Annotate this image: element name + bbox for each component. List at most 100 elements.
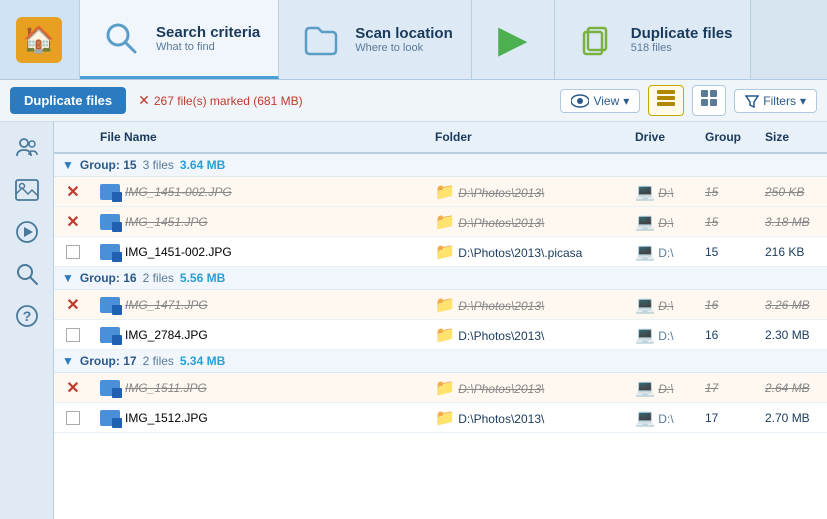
col-header-filename[interactable]: File Name: [92, 126, 427, 148]
checkbox-15-3[interactable]: [66, 245, 80, 259]
duplicate-files-tab[interactable]: Duplicate files 518 files: [555, 0, 752, 79]
table-row: ✕ IMG_1471.JPG 📁 D:\Photos\2013\ 💻 D:\ 1…: [54, 290, 827, 320]
scan-location-tab[interactable]: Scan location Where to look: [279, 0, 472, 79]
grid-view-icon: [701, 90, 717, 106]
sidebar-users-icon[interactable]: [7, 128, 47, 168]
play-icon: ▶: [490, 17, 536, 63]
row-check-15-1[interactable]: ✕: [54, 181, 92, 203]
duplicate-files-icon: [573, 17, 619, 63]
drive-cell-15-2: 💻 D:\: [627, 210, 697, 234]
checkbox-16-2[interactable]: [66, 328, 80, 342]
file-name-cell-17-1: IMG_1511.JPG: [92, 378, 427, 398]
size-cell-15-2: 3.18 MB: [757, 213, 827, 231]
drive-icon: 💻: [635, 410, 655, 427]
list-view-button[interactable]: [648, 85, 684, 116]
marked-text: 267 file(s) marked (681 MB): [154, 94, 303, 108]
folder-cell-17-2: 📁 D:\Photos\2013\: [427, 406, 627, 430]
col-header-group[interactable]: Group: [697, 126, 757, 148]
group-row-15: ▼ Group: 15 3 files 3.64 MB: [54, 154, 827, 177]
sidebar-play-icon[interactable]: [7, 212, 47, 252]
duplicate-files-button[interactable]: Duplicate files: [10, 87, 126, 114]
row-check-15-3[interactable]: [54, 243, 92, 261]
table-row: IMG_1451-002.JPG 📁 D:\Photos\2013\.picas…: [54, 237, 827, 267]
home-button[interactable]: 🏠: [0, 0, 80, 79]
col-header-size[interactable]: Size: [757, 126, 827, 148]
group-name-16: Group: 16: [80, 271, 137, 285]
sidebar-search-icon[interactable]: [7, 254, 47, 294]
eye-icon: [571, 94, 589, 108]
group-arrow-icon[interactable]: ▼: [62, 158, 74, 172]
drive-cell-16-2: 💻 D:\: [627, 323, 697, 347]
filter-label: Filters: [763, 94, 796, 108]
scan-location-sub: Where to look: [355, 42, 453, 54]
file-thumb-icon: [100, 214, 120, 230]
file-name-cell-16-1: IMG_1471.JPG: [92, 295, 427, 315]
search-criteria-tab[interactable]: Search criteria What to find: [80, 0, 279, 79]
size-text-15-3: 216 KB: [765, 245, 804, 259]
action-bar: Duplicate files ✕ 267 file(s) marked (68…: [0, 80, 827, 122]
drive-text-16-2: D:\: [658, 329, 673, 343]
folder-icon: 📁: [435, 327, 455, 344]
play-button[interactable]: ▶: [472, 0, 555, 79]
drive-text-15-2: D:\: [658, 216, 673, 230]
group-count-15: 3 files: [143, 158, 174, 172]
search-criteria-icon: [98, 15, 144, 61]
group-cell-17-1: 17: [697, 379, 757, 397]
group-label-17: ▼ Group: 17 2 files 5.34 MB: [54, 350, 827, 372]
folder-text-16-1: D:\Photos\2013\: [458, 299, 544, 313]
view-button[interactable]: View ▾: [560, 89, 640, 113]
drive-text-16-1: D:\: [658, 299, 673, 313]
checkbox-17-2[interactable]: [66, 411, 80, 425]
col-header-drive[interactable]: Drive: [627, 126, 697, 148]
group-name-17: Group: 17: [80, 354, 137, 368]
table-row: ✕ IMG_1451-002.JPG 📁 D:\Photos\2013\ 💻 D…: [54, 177, 827, 207]
file-name-cell-17-2: IMG_1512.JPG: [92, 408, 427, 428]
sidebar: ?: [0, 122, 54, 519]
group-size-15: 3.64 MB: [180, 158, 225, 172]
size-cell-16-1: 3.26 MB: [757, 296, 827, 314]
folder-cell-15-1: 📁 D:\Photos\2013\: [427, 180, 627, 204]
group-arrow-icon[interactable]: ▼: [62, 354, 74, 368]
table-row: ✕ IMG_1511.JPG 📁 D:\Photos\2013\ 💻 D:\ 1…: [54, 373, 827, 403]
x-mark-icon: ✕: [64, 183, 82, 201]
col-header-folder[interactable]: Folder: [427, 126, 627, 148]
table-row: ✕ IMG_1451.JPG 📁 D:\Photos\2013\ 💻 D:\ 1…: [54, 207, 827, 237]
file-name-cell-15-1: IMG_1451-002.JPG: [92, 182, 427, 202]
folder-icon: 📁: [435, 184, 455, 201]
group-cell-17-2: 17: [697, 409, 757, 427]
size-text-16-2: 2.30 MB: [765, 328, 810, 342]
group-name-15: Group: 15: [80, 158, 137, 172]
folder-icon: 📁: [435, 297, 455, 314]
group-arrow-icon[interactable]: ▼: [62, 271, 74, 285]
row-check-17-2[interactable]: [54, 409, 92, 427]
table-row: IMG_1512.JPG 📁 D:\Photos\2013\ 💻 D:\ 17 …: [54, 403, 827, 433]
x-mark-icon: ✕: [138, 92, 150, 109]
scan-location-text: Scan location Where to look: [355, 25, 453, 54]
file-thumb-icon: [100, 410, 120, 426]
row-check-16-2[interactable]: [54, 326, 92, 344]
duplicate-files-text: Duplicate files 518 files: [631, 25, 733, 54]
folder-text-15-3: D:\Photos\2013\.picasa: [458, 246, 582, 260]
grid-view-button[interactable]: [692, 85, 726, 116]
group-row-16: ▼ Group: 16 2 files 5.56 MB: [54, 267, 827, 290]
scan-location-title: Scan location: [355, 25, 453, 42]
row-check-17-1[interactable]: ✕: [54, 377, 92, 399]
file-thumb-icon: [100, 297, 120, 313]
group-label-15: ▼ Group: 15 3 files 3.64 MB: [54, 154, 827, 176]
marked-info: ✕ 267 file(s) marked (681 MB): [138, 92, 302, 109]
group-row-17: ▼ Group: 17 2 files 5.34 MB: [54, 350, 827, 373]
file-table: File Name Folder Drive Group Size ▼ Grou…: [54, 122, 827, 519]
folder-cell-17-1: 📁 D:\Photos\2013\: [427, 376, 627, 400]
table-row: IMG_2784.JPG 📁 D:\Photos\2013\ 💻 D:\ 16 …: [54, 320, 827, 350]
row-check-15-2[interactable]: ✕: [54, 211, 92, 233]
filters-button[interactable]: Filters ▾: [734, 89, 817, 113]
group-num-15-3: 15: [705, 245, 718, 259]
view-chevron-icon: ▾: [623, 94, 629, 108]
group-cell-15-3: 15: [697, 243, 757, 261]
sidebar-help-icon[interactable]: ?: [7, 296, 47, 336]
home-icon: 🏠: [16, 17, 62, 63]
drive-cell-15-1: 💻 D:\: [627, 180, 697, 204]
group-num-16-2: 16: [705, 328, 718, 342]
sidebar-image-icon[interactable]: [7, 170, 47, 210]
row-check-16-1[interactable]: ✕: [54, 294, 92, 316]
